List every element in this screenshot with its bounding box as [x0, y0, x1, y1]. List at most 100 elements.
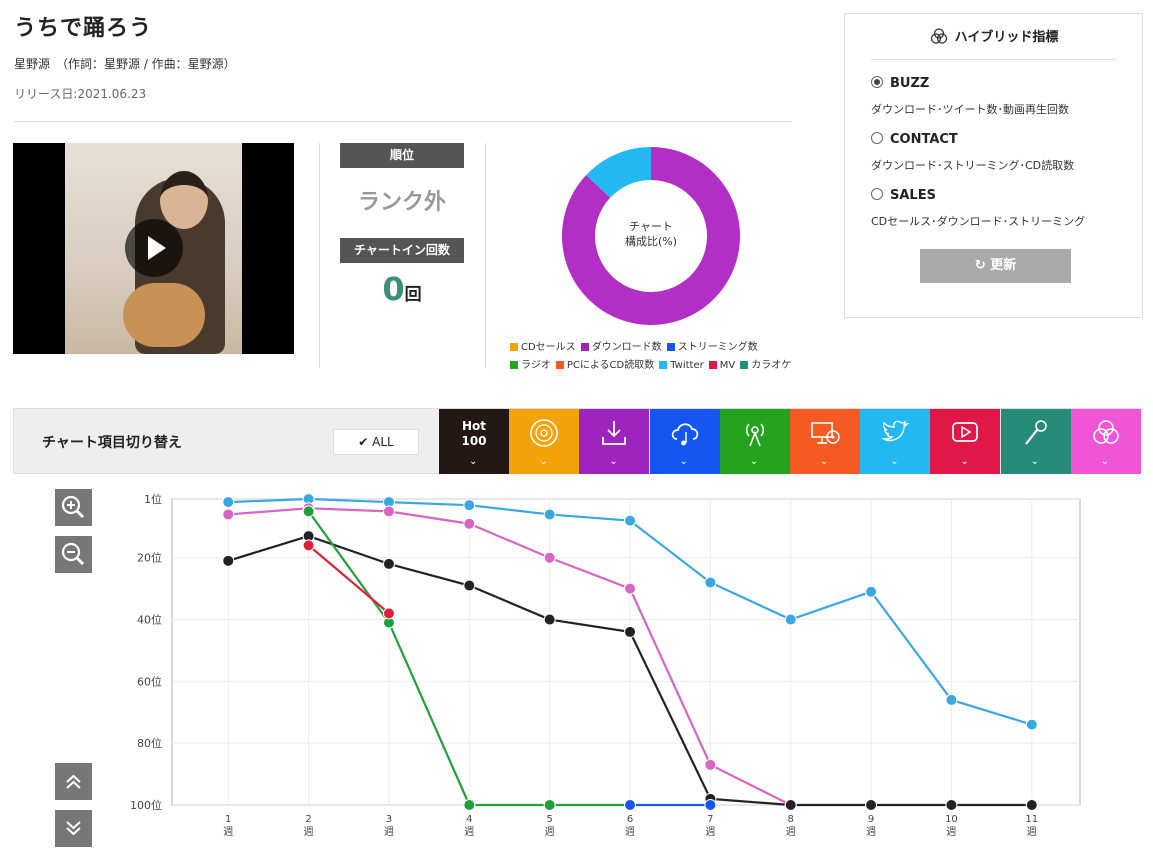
update-button[interactable]: ↻ 更新 — [920, 249, 1071, 283]
video-player[interactable] — [13, 143, 294, 354]
rank-label: 順位 — [340, 143, 464, 168]
legend-swatch — [708, 361, 717, 369]
legend-swatch — [666, 343, 675, 351]
data-point-2[interactable] — [463, 579, 476, 592]
x-tick-label: 8週 — [786, 814, 796, 838]
option-contact[interactable]: CONTACT — [871, 132, 958, 147]
x-tick-label: 7週 — [705, 814, 715, 838]
hybrid-index-title: ハイブリッド指標 — [845, 26, 1142, 45]
song-title: うちで踊ろう — [14, 16, 153, 41]
data-point-0[interactable] — [463, 499, 476, 512]
data-point-1[interactable] — [543, 551, 556, 564]
chevron-down-icon: ⌄ — [820, 456, 829, 467]
radio-selected-icon[interactable] — [871, 76, 883, 88]
y-tick-label: 60位 — [137, 674, 162, 688]
legend-swatch — [510, 361, 518, 369]
x-tick-label: 1週 — [223, 814, 233, 838]
y-tick-label: 40位 — [137, 613, 162, 627]
option-sales[interactable]: SALES — [871, 188, 936, 203]
x-tick-label: 2週 — [304, 814, 314, 838]
data-point-0[interactable] — [1025, 718, 1038, 731]
data-point-0[interactable] — [543, 508, 556, 521]
data-point-3[interactable] — [543, 799, 556, 811]
hybrid-index-panel: ハイブリッド指標 BUZZ ダウンロード･ツイート数･動画再生回数 CONTAC… — [844, 13, 1143, 318]
y-tick-label: 80位 — [137, 736, 162, 750]
all-checkbox[interactable]: ✔ ALL — [333, 429, 419, 455]
chevron-down-icon: ⌄ — [960, 456, 969, 467]
tab-hot100[interactable]: Hot 100 ⌄ — [439, 409, 509, 474]
x-tick-label: 3週 — [384, 814, 394, 838]
radio-icon[interactable] — [871, 132, 883, 144]
data-point-2[interactable] — [543, 613, 556, 626]
donut-legend-row-2: ラジオ PCによるCD読取数 Twitter MV カラオケ — [510, 356, 796, 371]
donut-center-line1: チャート — [629, 220, 673, 233]
donut-legend-row-1: CDセールス ダウンロード数 ストリーミング数 — [510, 338, 763, 353]
option-buzz-desc: ダウンロード･ツイート数･動画再生回数 — [871, 103, 1069, 116]
chevron-down-icon: ⌄ — [1100, 456, 1110, 467]
data-point-2[interactable] — [1025, 799, 1038, 811]
data-point-4[interactable] — [302, 539, 315, 552]
legend-label: Twitter — [670, 360, 704, 371]
option-buzz[interactable]: BUZZ — [871, 76, 929, 91]
tab-pc-cd-read[interactable]: ⌄ — [790, 409, 860, 474]
data-point-2[interactable] — [382, 557, 395, 570]
data-point-5[interactable] — [704, 799, 717, 811]
data-point-2[interactable] — [784, 799, 797, 811]
tab-twitter[interactable]: ⌄ — [860, 409, 931, 474]
y-tick-label: 20位 — [137, 551, 162, 565]
data-point-1[interactable] — [704, 758, 717, 771]
tab-cd-sales[interactable]: ⌄ — [509, 409, 580, 474]
y-tick-label: 100位 — [130, 798, 162, 812]
x-tick-label: 11 週 — [1025, 814, 1038, 838]
tab-radio[interactable]: ⌄ — [719, 409, 790, 474]
data-point-1[interactable] — [382, 505, 395, 518]
donut-center-label: チャート 構成比(%) — [560, 219, 742, 249]
data-point-2[interactable] — [865, 799, 878, 811]
legend-swatch — [510, 343, 518, 351]
radio-icon — [745, 423, 764, 447]
refresh-icon: ↻ — [974, 258, 991, 273]
chart-in-number: 0 — [382, 270, 405, 308]
tab-hybrid[interactable]: ⌄ — [1070, 409, 1141, 474]
chart-in-count: 0回 — [340, 270, 464, 308]
legend-swatch — [555, 361, 564, 369]
data-point-2[interactable] — [624, 625, 637, 638]
twitter-icon — [881, 420, 910, 442]
legend-label: カラオケ — [751, 360, 792, 371]
data-point-0[interactable] — [945, 693, 958, 706]
y-tick-label: 1位 — [144, 492, 162, 506]
data-point-3[interactable] — [463, 799, 476, 811]
x-tick-label: 9週 — [866, 814, 876, 838]
data-point-2[interactable] — [945, 799, 958, 811]
data-point-1[interactable] — [222, 508, 235, 521]
hybrid-title-text: ハイブリッド指標 — [954, 30, 1059, 45]
donut-center-line2: 構成比(%) — [624, 235, 678, 248]
tab-karaoke[interactable]: ⌄ — [1000, 409, 1071, 474]
data-point-5[interactable] — [624, 799, 637, 811]
data-point-0[interactable] — [222, 496, 235, 509]
tab-download[interactable]: ⌄ — [579, 409, 650, 474]
download-icon — [602, 421, 627, 445]
legend-item: MV — [708, 360, 735, 371]
divider — [14, 121, 792, 122]
checkmark-icon: ✔ — [358, 435, 373, 449]
rank-line-chart: 1位 20位 40位 60位 80位 100位 1 週 2 週 3 週 4 週 5 週 6 週 7 週 8 週 9 週 10 週 1… — [130, 492, 1081, 838]
radio-icon[interactable] — [871, 188, 883, 200]
x-tick-label: 6週 — [625, 814, 635, 838]
tab-mv[interactable]: ⌄ — [930, 409, 1001, 474]
play-icon[interactable] — [125, 219, 183, 277]
data-point-3[interactable] — [302, 505, 315, 518]
data-point-1[interactable] — [624, 582, 637, 595]
data-point-1[interactable] — [463, 517, 476, 530]
data-point-0[interactable] — [624, 514, 637, 527]
hybrid-icon — [1092, 420, 1119, 444]
legend-swatch — [580, 343, 589, 351]
data-point-0[interactable] — [865, 585, 878, 598]
data-point-0[interactable] — [784, 613, 797, 626]
tab-streaming[interactable]: ⌄ — [649, 409, 720, 474]
play-video-icon — [952, 422, 979, 442]
data-point-0[interactable] — [704, 576, 717, 589]
legend-item: ストリーミング数 — [666, 338, 758, 353]
data-point-4[interactable] — [382, 607, 395, 620]
data-point-2[interactable] — [222, 554, 235, 567]
